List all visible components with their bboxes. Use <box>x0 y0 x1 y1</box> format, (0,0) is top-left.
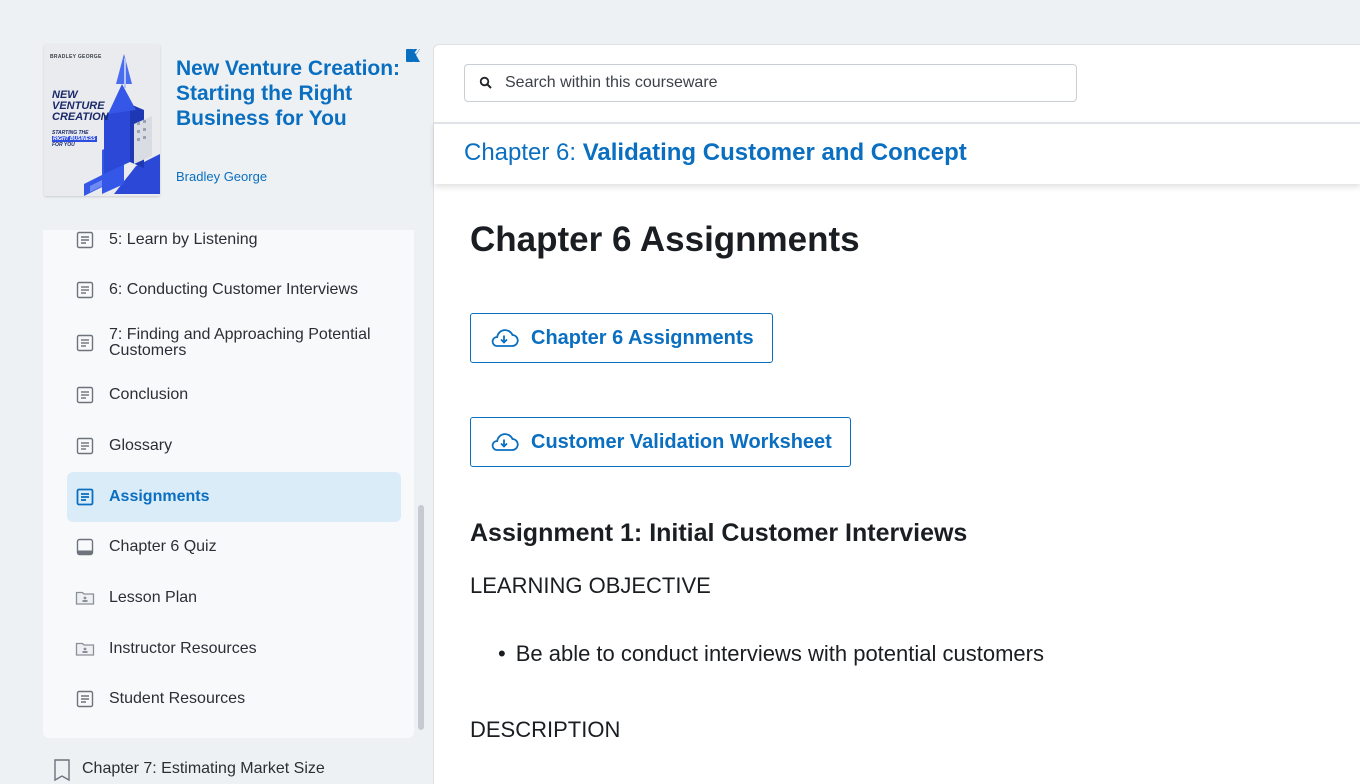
learning-objective-label: LEARNING OBJECTIVE <box>470 573 711 598</box>
main-content: Chapter 6: Validating Customer and Conce… <box>433 44 1360 784</box>
page-icon <box>76 488 94 506</box>
cover-title: NEW VENTURE CREATION <box>52 89 109 123</box>
toc-item-learn-by-listening[interactable]: 5: Learn by Listening <box>67 230 401 265</box>
book-title[interactable]: New Venture Creation: Starting the Right… <box>176 56 416 131</box>
toc-item-label: Chapter 6 Quiz <box>109 538 217 555</box>
toc-item-lesson-plan[interactable]: Lesson Plan <box>67 573 401 623</box>
chapter-prefix: Chapter 6: <box>464 139 583 166</box>
cloud-download-icon <box>491 433 519 451</box>
page-icon <box>76 281 94 299</box>
download-button-label: Customer Validation Worksheet <box>531 430 832 453</box>
description-label: DESCRIPTION <box>470 717 621 742</box>
list-item: Be able to conduct interviews with poten… <box>498 641 1044 667</box>
toc-item-conducting-interviews[interactable]: 6: Conducting Customer Interviews <box>67 265 401 315</box>
toc-item-label: 7: Finding and Approaching Potential Cus… <box>109 326 371 359</box>
folder-icon <box>75 591 95 605</box>
table-of-contents: 5: Learn by Listening 6: Conducting Cust… <box>43 230 414 738</box>
download-chapter-assignments-button[interactable]: Chapter 6 Assignments <box>470 313 773 363</box>
toc-item-label: Student Resources <box>109 690 246 707</box>
page-icon <box>76 690 94 708</box>
cover-subtitle: STARTING THE RIGHT BUSINESS FOR YOU <box>52 130 112 148</box>
toc-item-label: Conclusion <box>109 386 189 403</box>
folder-icon <box>75 642 95 656</box>
book-cover[interactable]: BRADLEY GEORGE NEW VENTURE CREATION STAR… <box>44 44 160 196</box>
page-title: Chapter 6 Assignments <box>470 220 860 259</box>
sidebar-scrollbar[interactable] <box>418 505 424 730</box>
toc-item-label: Instructor Resources <box>109 640 257 657</box>
chapter-title: Chapter 6: Validating Customer and Conce… <box>464 139 967 167</box>
toc-item-label: 5: Learn by Listening <box>109 231 258 248</box>
download-button-label: Chapter 6 Assignments <box>531 326 754 349</box>
toc-item-glossary[interactable]: Glossary <box>67 421 401 471</box>
download-validation-worksheet-button[interactable]: Customer Validation Worksheet <box>470 417 851 467</box>
cover-author: BRADLEY GEORGE <box>50 54 102 60</box>
toc-chapter-label: Chapter 7: Estimating Market Size <box>82 760 325 777</box>
toc-item-label: Assignments <box>109 488 210 505</box>
book-author[interactable]: Bradley George <box>176 169 267 184</box>
search-box[interactable] <box>464 64 1077 102</box>
toc-item-label: Lesson Plan <box>109 589 198 606</box>
objective-list: Be able to conduct interviews with poten… <box>498 641 1044 667</box>
book-header: BRADLEY GEORGE NEW VENTURE CREATION STAR… <box>44 44 424 196</box>
quiz-icon <box>76 538 94 556</box>
toc-item-instructor-resources[interactable]: Instructor Resources <box>67 624 401 674</box>
page-icon <box>76 231 94 249</box>
sidebar: BRADLEY GEORGE NEW VENTURE CREATION STAR… <box>0 0 432 784</box>
toc-item-chapter-quiz[interactable]: Chapter 6 Quiz <box>67 522 401 572</box>
toc-item-finding-customers[interactable]: 7: Finding and Approaching Potential Cus… <box>67 317 401 369</box>
page-icon <box>76 386 94 404</box>
page-icon <box>76 437 94 455</box>
page-icon <box>76 334 94 352</box>
toc-item-conclusion[interactable]: Conclusion <box>67 370 401 420</box>
bookmark-icon <box>54 759 70 782</box>
collapse-sidebar-icon[interactable] <box>404 46 422 64</box>
cloud-download-icon <box>491 329 519 347</box>
search-input[interactable] <box>505 74 1045 92</box>
chapter-bar: Chapter 6: Validating Customer and Conce… <box>434 122 1360 184</box>
toc-item-assignments[interactable]: Assignments <box>67 472 401 522</box>
chapter-name: Validating Customer and Concept <box>582 139 967 166</box>
search-icon <box>479 76 492 89</box>
assignment-heading: Assignment 1: Initial Customer Interview… <box>470 519 968 547</box>
toc-chapter-7[interactable]: Chapter 7: Estimating Market Size <box>52 758 325 784</box>
cover-subtitle-suffix: FOR YOU <box>52 142 75 148</box>
toc-item-student-resources[interactable]: Student Resources <box>67 674 401 724</box>
toc-item-label: 6: Conducting Customer Interviews <box>109 281 358 298</box>
toc-item-label: Glossary <box>109 437 173 454</box>
